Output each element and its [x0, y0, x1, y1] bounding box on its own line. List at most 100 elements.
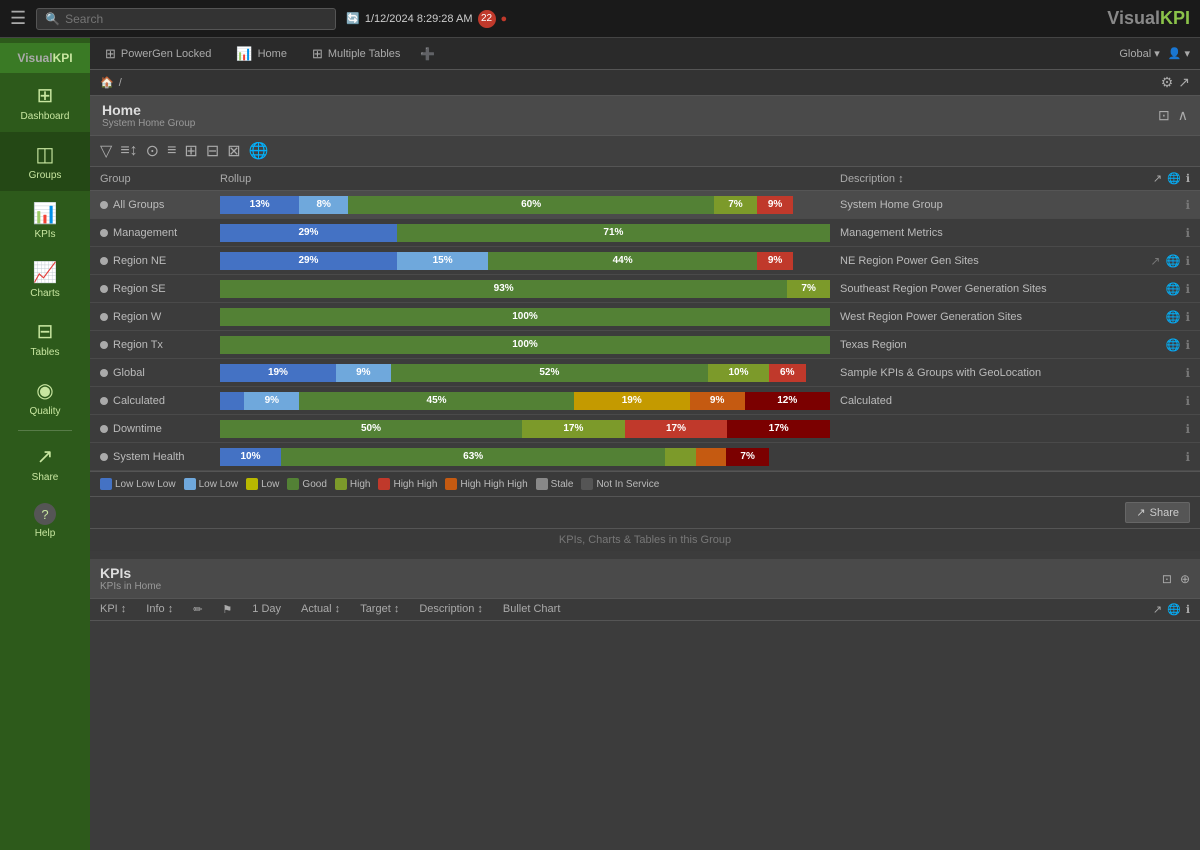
- rollup-bar: 100%: [220, 308, 830, 326]
- group-name-cell: Calculated: [100, 395, 220, 407]
- global-dropdown[interactable]: Global ▾: [1119, 47, 1159, 60]
- external-link-icon[interactable]: ↗: [1150, 254, 1160, 268]
- kpi-col-flag[interactable]: ⚑: [222, 603, 232, 616]
- info-icon[interactable]: ℹ: [1185, 450, 1190, 464]
- home-subtitle: System Home Group: [102, 118, 195, 129]
- group-desc-cell: Southeast Region Power Generation Sites: [830, 283, 1110, 295]
- kpis-subtitle: KPIs in Home: [100, 581, 161, 592]
- tab-add-icon[interactable]: ➕: [420, 47, 435, 61]
- globe-icon[interactable]: 🌐: [1165, 338, 1180, 352]
- legend-color-dot: [581, 478, 593, 490]
- desc-col-header[interactable]: Description ↕: [830, 173, 1110, 185]
- globe-icon[interactable]: 🌐: [1165, 254, 1180, 268]
- tables-icon: ⊟: [37, 319, 54, 344]
- chart-icon[interactable]: ⊠: [227, 141, 240, 161]
- kpi-col-desc[interactable]: Description ↕: [419, 603, 483, 616]
- logo-kpi-text: KPI: [1160, 8, 1190, 29]
- user-menu[interactable]: 👤 ▾: [1168, 47, 1190, 60]
- bar-segment: 9%: [336, 364, 391, 382]
- kpi-table-header: KPI ↕ Info ↕ ✏ ⚑ 1 Day Actual ↕ Target ↕…: [90, 599, 1200, 621]
- sidebar-item-share[interactable]: ↗ Share: [0, 434, 90, 493]
- list-item: Stale: [536, 478, 574, 490]
- kpi-col-bullet[interactable]: Bullet Chart: [503, 603, 560, 616]
- legend-color-dot: [445, 478, 457, 490]
- kpi-col-kpi[interactable]: KPI ↕: [100, 603, 126, 616]
- search-input[interactable]: [65, 12, 327, 26]
- tab-powrgen[interactable]: ⊞ PowerGen Locked: [100, 38, 216, 69]
- rollup-bar: 13%8%60%7%9%: [220, 196, 830, 214]
- kpi-col-1day[interactable]: 1 Day: [252, 603, 281, 616]
- info-icon[interactable]: ℹ: [1185, 394, 1190, 408]
- sidebar-item-kpis[interactable]: 📊 KPIs: [0, 191, 90, 250]
- bar-segment: 9%: [690, 392, 745, 410]
- globe-icon[interactable]: 🌐: [1165, 282, 1180, 296]
- sidebar-item-groups[interactable]: ◫ Groups: [0, 132, 90, 191]
- sidebar-item-help[interactable]: ? Help: [0, 493, 90, 549]
- kpi-col-info[interactable]: Info ↕: [146, 603, 173, 616]
- search-icon: 🔍: [45, 12, 60, 26]
- bar-segment: 50%: [220, 420, 522, 438]
- home-breadcrumb-icon[interactable]: 🏠: [100, 76, 114, 89]
- info-icon[interactable]: ℹ: [1185, 338, 1190, 352]
- tab-multiple-tables-label: Multiple Tables: [328, 48, 401, 60]
- group-name-cell: Downtime: [100, 423, 220, 435]
- sidebar-logo: VisualKPI: [0, 43, 90, 73]
- bar-segment: 19%: [220, 364, 336, 382]
- geo-icon[interactable]: 🌐: [249, 141, 269, 161]
- nav-right: Global ▾ 👤 ▾: [1119, 47, 1190, 60]
- info-icon[interactable]: ℹ: [1185, 310, 1190, 324]
- sidebar-item-dashboard[interactable]: ⊞ Dashboard: [0, 73, 90, 132]
- table-icon[interactable]: ⊟: [206, 141, 219, 161]
- alert-badge[interactable]: 22: [478, 10, 496, 28]
- legend-color-dot: [335, 478, 347, 490]
- kpis-add-icon[interactable]: ⊕: [1180, 572, 1190, 586]
- share-bar: ↗ Share: [90, 496, 1200, 528]
- filter-icon[interactable]: ▽: [100, 141, 112, 161]
- sidebar-item-tables[interactable]: ⊟ Tables: [0, 309, 90, 368]
- breadcrumb-expand-icon[interactable]: ↗: [1178, 74, 1190, 91]
- tab-home[interactable]: 📊 Home: [231, 38, 292, 69]
- bar-segment: 17%: [625, 420, 728, 438]
- kpi-header-extlink-icon: ↗: [1153, 603, 1162, 616]
- sidebar-item-quality[interactable]: ◉ Quality: [0, 368, 90, 427]
- rollup-bar: 29%15%44%9%: [220, 252, 830, 270]
- share-button[interactable]: ↗ Share: [1125, 502, 1190, 523]
- config-icon[interactable]: ⊙: [146, 141, 159, 161]
- grid-icon[interactable]: ⊞: [184, 141, 197, 161]
- secondary-nav: ⊞ PowerGen Locked 📊 Home ⊞ Multiple Tabl…: [90, 38, 1200, 70]
- status-dot: [100, 201, 108, 209]
- collapse-icon[interactable]: ∧: [1178, 107, 1188, 124]
- rollup-col-header[interactable]: Rollup: [220, 173, 830, 185]
- group-col-header[interactable]: Group: [100, 173, 220, 185]
- info-icon[interactable]: ℹ: [1185, 366, 1190, 380]
- globe-icon[interactable]: 🌐: [1165, 310, 1180, 324]
- list-icon[interactable]: ≡: [167, 142, 176, 160]
- powrgen-icon: ⊞: [105, 46, 116, 62]
- bar-segment: 29%: [220, 252, 397, 270]
- tab-multiple-tables[interactable]: ⊞ Multiple Tables: [307, 38, 405, 69]
- kpi-col-edit[interactable]: ✏: [193, 603, 202, 616]
- sidebar-item-charts[interactable]: 📈 Charts: [0, 250, 90, 309]
- breadcrumb: 🏠 / ⚙ ↗: [90, 70, 1200, 96]
- kpi-col-target[interactable]: Target ↕: [360, 603, 399, 616]
- info-icon[interactable]: ℹ: [1185, 226, 1190, 240]
- info-icon[interactable]: ℹ: [1185, 198, 1190, 212]
- expand-icon[interactable]: ⊡: [1158, 107, 1170, 124]
- breadcrumb-settings-icon[interactable]: ⚙: [1161, 74, 1174, 91]
- kpis-title: KPIs: [100, 565, 161, 581]
- info-icon[interactable]: ℹ: [1185, 282, 1190, 296]
- sort-icon[interactable]: ≡↕: [120, 142, 137, 160]
- table-row: Region SE93%7%Southeast Region Power Gen…: [90, 275, 1200, 303]
- group-name-cell: Management: [100, 227, 220, 239]
- info-icon[interactable]: ℹ: [1185, 254, 1190, 268]
- info-icon[interactable]: ℹ: [1185, 422, 1190, 436]
- hamburger-icon[interactable]: ☰: [10, 8, 26, 29]
- kpi-col-actual[interactable]: Actual ↕: [301, 603, 340, 616]
- table-row: Region NE29%15%44%9%NE Region Power Gen …: [90, 247, 1200, 275]
- sidebar-label-share: Share: [32, 472, 59, 483]
- refresh-icon[interactable]: 🔄: [346, 12, 360, 25]
- search-area[interactable]: 🔍: [36, 8, 336, 30]
- charts-icon: 📈: [33, 260, 58, 285]
- kpis-expand-icon[interactable]: ⊡: [1162, 572, 1172, 586]
- bar-segment: 13%: [220, 196, 299, 214]
